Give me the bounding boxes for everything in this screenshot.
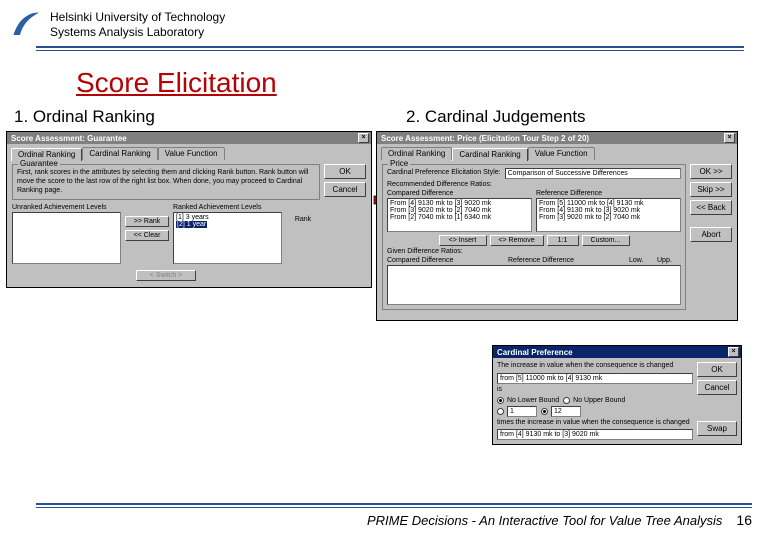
institution-line2: Systems Analysis Laboratory <box>50 25 225 40</box>
given-label: Given Difference Ratios: <box>387 248 681 257</box>
dialog2-side-buttons: OK >> Skip >> << Back Abort <box>690 164 732 314</box>
given-col1: Compared Difference <box>387 257 504 264</box>
style-label: Cardinal Preference Elicitation Style: <box>387 169 501 178</box>
close-icon[interactable]: × <box>358 133 369 143</box>
page-title: Score Elicitation <box>76 67 780 99</box>
insert-button[interactable]: <> Insert <box>439 235 487 246</box>
unranked-list[interactable] <box>12 212 121 264</box>
close-icon[interactable]: × <box>724 133 735 143</box>
unranked-label: Unranked Achievement Levels <box>12 204 121 211</box>
one-to-one-button[interactable]: 1:1 <box>547 235 579 246</box>
skip-button[interactable]: Skip >> <box>690 182 732 197</box>
given-col2: Reference Difference <box>508 257 625 264</box>
dialog1-tabs: Ordinal Ranking Cardinal Ranking Value F… <box>7 144 371 160</box>
slide-header: Helsinki University of Technology System… <box>0 0 780 40</box>
header-rule <box>36 46 744 51</box>
radio-no-upper[interactable]: No Upper Bound <box>563 397 625 404</box>
list-item: From [4] 9130 mk to [3] 9020 mk <box>390 200 529 207</box>
cancel-button[interactable]: Cancel <box>324 182 366 197</box>
pref-q1: The increase in value when the consequen… <box>497 362 693 371</box>
back-button[interactable]: << Back <box>690 200 732 215</box>
list-item: From [3] 9020 mk to [2] 7040 mk <box>539 214 678 221</box>
list-item[interactable]: [2] 1 year <box>176 221 207 228</box>
group-title: Guarantee <box>18 159 60 168</box>
list-item: From [5] 11000 mk to [4] 9130 mk <box>539 200 678 207</box>
footer-text: PRIME Decisions - An Interactive Tool fo… <box>36 513 736 528</box>
main-area: Score Assessment: Guarantee × Ordinal Ra… <box>0 131 780 321</box>
col-compared: Compared Difference <box>387 190 532 197</box>
pref-f1: from [5] 11000 mk to [4] 9130 mk <box>497 373 693 384</box>
list-item: From [4] 9130 mk to [3] 9020 mk <box>539 207 678 214</box>
page-number: 16 <box>736 512 752 528</box>
reference-list[interactable]: From [5] 11000 mk to [4] 9130 mk From [4… <box>536 198 681 232</box>
dialog2-tabs: Ordinal Ranking Cardinal Ranking Value F… <box>377 144 737 160</box>
col-reference: Reference Difference <box>536 190 681 197</box>
list-item: From [3] 9020 mk to [2] 7040 mk <box>390 207 529 214</box>
style-dropdown[interactable]: Comparison of Successive Differences <box>505 168 681 179</box>
feather-logo-icon <box>10 11 40 39</box>
tab-value-function[interactable]: Value Function <box>528 147 595 160</box>
list-item[interactable]: [1] 3 years <box>176 214 279 221</box>
ranked-list[interactable]: [1] 3 years [2] 1 year <box>173 212 282 264</box>
radio-upper-value[interactable]: 12 <box>541 406 581 417</box>
clear-button[interactable]: << Clear <box>125 230 169 241</box>
rank-top-button[interactable]: >> Rank <box>125 216 169 227</box>
ok-button[interactable]: OK <box>324 164 366 179</box>
given-list[interactable] <box>387 265 681 305</box>
compared-list[interactable]: From [4] 9130 mk to [3] 9020 mk From [3]… <box>387 198 532 232</box>
ok-next-button[interactable]: OK >> <box>690 164 732 179</box>
list-item: From [2] 7040 mk to [1] 6340 mk <box>390 214 529 221</box>
given-col3: Low. <box>629 257 653 264</box>
guarantee-group: Guarantee First, rank scores in the attr… <box>12 164 320 200</box>
dialog-cardinal: Score Assessment: Price (Elicitation Tou… <box>376 131 738 321</box>
subtitle-cardinal: 2. Cardinal Judgements <box>390 107 770 127</box>
upper-value[interactable]: 12 <box>551 406 581 417</box>
pref-cancel-button[interactable]: Cancel <box>697 380 737 395</box>
price-group: Price Cardinal Preference Elicitation St… <box>382 164 686 310</box>
dialog-cardinal-titlebar[interactable]: Score Assessment: Price (Elicitation Tou… <box>377 132 737 144</box>
abort-button[interactable]: Abort <box>690 227 732 242</box>
switch-button[interactable]: < Switch > <box>136 270 196 281</box>
institution-line1: Helsinki University of Technology <box>50 10 225 25</box>
lower-value[interactable]: 1 <box>507 406 537 417</box>
given-col4: Upp. <box>657 257 681 264</box>
custom-button[interactable]: Custom... <box>582 235 630 246</box>
ranked-label: Ranked Achievement Levels <box>173 204 282 211</box>
dialog-ordinal: Score Assessment: Guarantee × Ordinal Ra… <box>6 131 372 288</box>
pref-ok-button[interactable]: OK <box>697 362 737 377</box>
subtitle-ordinal: 1. Ordinal Ranking <box>10 107 390 127</box>
tab-value-function[interactable]: Value Function <box>158 147 225 160</box>
rank-hdr: Rank <box>286 216 320 223</box>
col-right: Score Assessment: Price (Elicitation Tou… <box>376 131 774 321</box>
dialog-cardinal-title: Score Assessment: Price (Elicitation Tou… <box>381 134 589 143</box>
pref-is: is <box>497 386 502 393</box>
dialog-preference: Cardinal Preference × The increase in va… <box>492 345 742 445</box>
institution-block: Helsinki University of Technology System… <box>50 10 225 40</box>
close-icon[interactable]: × <box>728 347 739 357</box>
dialog-ordinal-titlebar[interactable]: Score Assessment: Guarantee × <box>7 132 371 144</box>
radio-no-lower[interactable]: No Lower Bound <box>497 397 559 404</box>
dialog1-side-buttons: OK Cancel <box>324 164 366 281</box>
dialog-ordinal-title: Score Assessment: Guarantee <box>11 134 127 143</box>
radio-lower-value[interactable]: 1 <box>497 406 537 417</box>
dialog-preference-title: Cardinal Preference <box>497 348 573 357</box>
attr-name: Price <box>388 159 410 168</box>
slide-footer: PRIME Decisions - An Interactive Tool fo… <box>36 503 752 528</box>
rec-label: Recommended Difference Ratios: <box>387 181 681 190</box>
dialog1-desc: First, rank scores in the attributes by … <box>17 169 315 195</box>
dialog-preference-titlebar[interactable]: Cardinal Preference × <box>493 346 741 358</box>
remove-button[interactable]: <> Remove <box>490 235 544 246</box>
pref-f2: from [4] 9130 mk to [3] 9020 mk <box>497 429 693 440</box>
pref-swap-button[interactable]: Swap <box>697 421 737 436</box>
tab-cardinal-ranking[interactable]: Cardinal Ranking <box>82 147 157 160</box>
col-left: Score Assessment: Guarantee × Ordinal Ra… <box>6 131 376 288</box>
subtitles: 1. Ordinal Ranking 2. Cardinal Judgement… <box>0 107 780 127</box>
tab-cardinal-ranking[interactable]: Cardinal Ranking <box>452 148 527 161</box>
footer-rule <box>36 503 752 508</box>
pref-q3: times the increase in value when the con… <box>497 419 693 428</box>
